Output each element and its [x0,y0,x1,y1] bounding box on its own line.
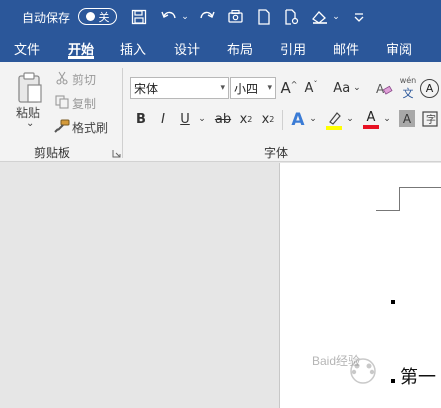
new-document-icon[interactable] [253,0,275,34]
page-color-dropdown-icon[interactable]: ⌄ [331,0,341,34]
paragraph-mark [391,379,395,383]
phonetic-guide-button[interactable]: wén 文 [398,76,418,100]
superscript-button[interactable]: x2 [260,110,276,128]
tab-review[interactable]: 审阅 [386,34,412,62]
paste-icon[interactable] [14,70,46,106]
ribbon-tabs: 文件 开始 插入 设计 布局 引用 邮件 审阅 [0,34,441,62]
page-color-icon[interactable] [309,0,331,34]
font-group-label: 字体 [264,146,289,160]
customize-quick-access-icon[interactable] [348,0,370,34]
subscript-icon: x [239,111,248,127]
chevron-down-icon: ▾ [220,83,225,93]
tab-references[interactable]: 引用 [280,34,306,62]
document-text[interactable]: 第一 [400,363,436,389]
font-size-value: 小四 [234,81,259,96]
title-bar: 自动保存 关 ⌄ ⌄ [0,0,441,34]
copy-label[interactable]: 复制 [72,95,96,112]
group-separator [122,68,123,158]
font-color-dropdown-icon[interactable]: ⌄ [382,110,392,128]
margin-corner-mark [376,210,400,211]
svg-text:字: 字 [426,113,436,126]
dialog-launcher-icon[interactable] [111,148,121,158]
autosave-toggle[interactable]: 关 [78,8,117,25]
autosave-label: 自动保存 [22,10,71,25]
format-painter-label[interactable]: 格式刷 [72,119,108,136]
tab-mailings[interactable]: 邮件 [333,34,359,62]
ribbon: 粘贴 ⌄ 剪切 复制 格式刷 剪贴板 宋体 ▾ 小四 ▾ A ^ Aˇ Aa ⌄ A… [0,62,441,162]
format-painter-icon[interactable] [53,118,71,134]
save-icon[interactable] [128,0,150,34]
grow-font-icon: A [280,79,291,97]
shrink-font-icon: A [304,80,314,96]
pinyin-bottom: 文 [402,86,414,100]
paste-dropdown-icon[interactable]: ⌄ [26,118,34,129]
format-separator [282,110,283,130]
svg-text:A: A [376,82,385,96]
shrink-arrow-icon: ˇ [313,79,318,89]
grow-font-button[interactable]: A ^ [280,78,298,98]
font-size-select[interactable]: 小四 ▾ [230,77,276,99]
text-effects-button[interactable]: A [289,110,307,130]
touch-mode-icon[interactable] [225,0,247,34]
font-color-button[interactable]: A [362,110,380,130]
subscript-mark: 2 [247,114,253,124]
superscript-icon: x [261,111,270,127]
font-name-value: 宋体 [134,81,159,96]
change-case-icon: Aa [333,80,351,96]
highlight-icon[interactable] [325,110,343,130]
tab-insert[interactable]: 插入 [120,34,146,62]
autosave-state: 关 [98,10,110,24]
clear-formatting-icon[interactable]: A [374,80,394,98]
font-color-swatch [363,125,379,129]
bold-button[interactable]: B [134,110,148,128]
chevron-down-icon: ⌄ [353,83,361,93]
margin-corner-mark [399,187,400,211]
superscript-mark: 2 [269,114,275,124]
tab-file[interactable]: 文件 [14,34,40,62]
strikethrough-button[interactable]: ab [214,110,232,128]
shrink-font-button[interactable]: Aˇ [302,78,320,98]
cut-icon[interactable] [54,70,70,86]
paragraph-mark [391,300,395,304]
underline-button[interactable]: U [178,110,192,128]
pinyin-top: wén [399,75,417,85]
undo-dropdown-icon[interactable]: ⌄ [180,0,190,34]
tab-layout[interactable]: 布局 [227,34,253,62]
undo-icon[interactable] [158,0,180,34]
underline-dropdown-icon[interactable]: ⌄ [197,110,207,128]
tab-home[interactable]: 开始 [68,34,95,62]
clipboard-group-label: 剪贴板 [34,146,71,160]
tab-design[interactable]: 设计 [174,34,200,62]
enclose-characters-button[interactable]: A [420,79,439,98]
toggle-knob [85,12,95,21]
font-color-icon: A [366,110,376,125]
text-effects-dropdown-icon[interactable]: ⌄ [308,110,318,128]
italic-button[interactable]: I [156,110,170,128]
enclose-icon: A [425,82,434,95]
print-preview-icon[interactable] [281,0,303,34]
margin-corner-mark [399,187,441,188]
chevron-down-icon: ▾ [267,83,272,93]
cut-label[interactable]: 剪切 [72,71,96,88]
subscript-button[interactable]: x2 [238,110,254,128]
highlight-dropdown-icon[interactable]: ⌄ [345,110,355,128]
copy-icon[interactable] [54,94,70,110]
font-name-select[interactable]: 宋体 ▾ [130,77,229,99]
grow-arrow-icon: ^ [290,79,298,89]
watermark-text: Baid经验 [312,354,361,368]
character-shading-button[interactable]: A [399,110,415,127]
character-border-icon[interactable]: 字 [421,111,439,127]
redo-icon[interactable] [196,0,218,34]
change-case-button[interactable]: Aa ⌄ [330,78,364,98]
